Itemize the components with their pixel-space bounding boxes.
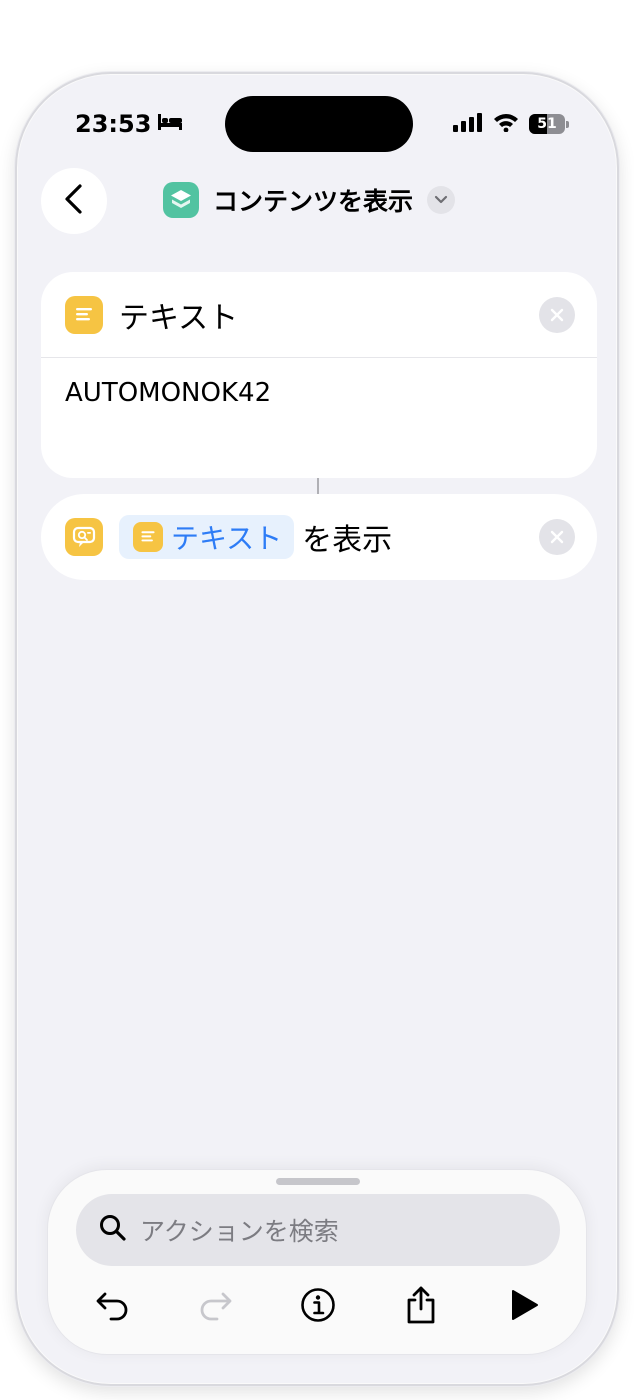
remove-show-action-button[interactable] <box>539 519 575 555</box>
run-button[interactable] <box>498 1280 548 1330</box>
redo-button[interactable] <box>190 1280 240 1330</box>
status-time-label: 23:53 <box>75 110 152 138</box>
shortcut-title-menu[interactable]: コンテンツを表示 <box>163 182 456 218</box>
share-icon <box>407 1286 435 1324</box>
editor-toolbar <box>48 1280 586 1330</box>
bottom-action-panel: アクションを検索 <box>47 1169 587 1355</box>
wifi-icon <box>493 112 519 136</box>
share-button[interactable] <box>396 1280 446 1330</box>
battery-level: 51 <box>537 116 557 132</box>
search-input[interactable]: アクションを検索 <box>76 1194 560 1266</box>
shortcut-app-icon <box>163 182 199 218</box>
speech-bubble-icon <box>65 518 103 556</box>
text-action-content[interactable]: AUTOMONOK42 <box>41 358 597 428</box>
page-title: コンテンツを表示 <box>213 187 414 216</box>
close-icon <box>550 530 564 544</box>
text-action-card[interactable]: テキスト AUTOMONOK42 <box>41 272 597 478</box>
phone-frame: 23:53 51 コンテンツを表示 テキスト AUTOMONOK42 テキスト … <box>15 72 619 1386</box>
token-label: テキスト <box>171 522 283 555</box>
sleep-bed-icon <box>157 110 183 138</box>
back-button[interactable] <box>41 168 107 234</box>
status-indicators: 51 <box>453 112 569 136</box>
info-icon <box>301 1288 335 1322</box>
search-placeholder: アクションを検索 <box>140 1217 339 1246</box>
info-button[interactable] <box>293 1280 343 1330</box>
battery-icon: 51 <box>529 114 569 134</box>
cellular-signal-icon <box>453 112 483 136</box>
show-action-suffix: を表示 <box>302 523 393 558</box>
remove-text-action-button[interactable] <box>539 297 575 333</box>
text-action-title: テキスト <box>119 300 239 336</box>
search-icon <box>98 1213 128 1247</box>
chevron-down-icon[interactable] <box>427 186 456 214</box>
show-result-action-card[interactable]: テキスト を表示 <box>41 494 597 580</box>
text-variable-token[interactable]: テキスト <box>119 515 295 559</box>
chevron-left-icon <box>62 183 86 219</box>
undo-button[interactable] <box>88 1280 138 1330</box>
redo-icon <box>200 1292 232 1321</box>
play-icon <box>512 1290 538 1320</box>
status-time: 23:53 <box>75 110 183 138</box>
undo-icon <box>96 1292 128 1321</box>
action-connector <box>317 478 319 494</box>
text-document-icon <box>65 295 103 334</box>
close-icon <box>550 308 564 322</box>
text-document-icon <box>133 522 163 552</box>
text-action-header: テキスト <box>41 272 597 358</box>
sheet-grabber[interactable] <box>276 1178 360 1185</box>
dynamic-island <box>225 96 413 152</box>
